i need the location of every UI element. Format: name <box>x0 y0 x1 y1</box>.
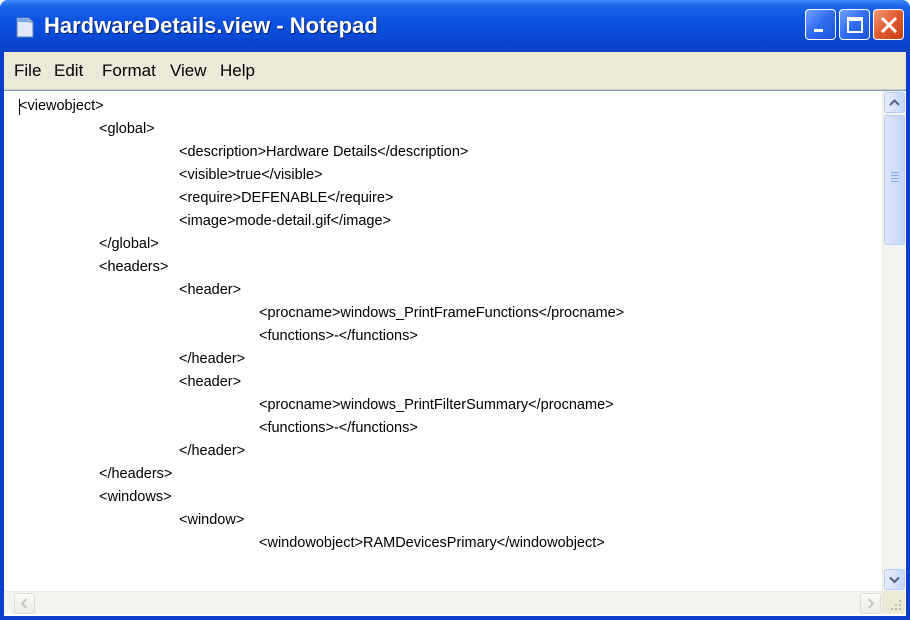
text-line: <windows> <box>99 489 172 505</box>
title-bar[interactable]: HardwareDetails.view - Notepad <box>0 0 910 52</box>
text-line: <description>Hardware Details</descripti… <box>179 144 469 160</box>
menu-help[interactable]: Help <box>220 60 255 82</box>
text-line: <functions>-</functions> <box>259 328 418 344</box>
text-line: <headers> <box>99 259 169 275</box>
notepad-icon <box>16 17 34 38</box>
text-line: <procname>windows_PrintFrameFunctions</p… <box>259 305 625 321</box>
resize-grip[interactable] <box>882 591 905 614</box>
scroll-up-button[interactable] <box>884 92 905 113</box>
vertical-scrollbar[interactable] <box>882 91 905 591</box>
text-line: <viewobject> <box>19 98 104 114</box>
thumb-grip <box>891 175 899 176</box>
text-line: <require>DEFENABLE</require> <box>179 190 394 206</box>
text-line: <header> <box>179 282 242 298</box>
notepad-window: HardwareDetails.view - Notepad File Edit… <box>0 0 910 620</box>
close-icon <box>880 16 898 34</box>
text-line: <header> <box>179 374 242 390</box>
menu-view[interactable]: View <box>170 60 207 82</box>
text-line: <functions>-</functions> <box>259 420 418 436</box>
maximize-button[interactable] <box>839 9 870 40</box>
horizontal-scrollbar[interactable] <box>4 591 882 614</box>
text-line: </global> <box>99 236 159 252</box>
text-editor[interactable]: <viewobject> <global> <description>Hardw… <box>4 90 906 616</box>
scroll-left-button[interactable] <box>14 593 35 614</box>
chevron-down-icon <box>889 576 900 584</box>
text-line: </headers> <box>99 466 173 482</box>
menu-file[interactable]: File <box>14 60 41 82</box>
thumb-grip <box>891 181 899 182</box>
menu-format[interactable]: Format <box>102 60 156 82</box>
window-title: HardwareDetails.view - Notepad <box>44 13 378 38</box>
menu-bar: File Edit Format View Help <box>4 52 906 90</box>
text-line: </header> <box>179 443 246 459</box>
scroll-right-button[interactable] <box>860 593 881 614</box>
minimize-button[interactable] <box>805 9 836 40</box>
thumb-grip <box>891 172 899 173</box>
text-line: <procname>windows_PrintFilterSummary</pr… <box>259 397 614 413</box>
vertical-scroll-thumb[interactable] <box>884 115 905 245</box>
maximize-icon <box>847 17 863 33</box>
thumb-grip <box>891 178 899 179</box>
text-line: <global> <box>99 121 155 137</box>
scroll-down-button[interactable] <box>884 569 905 590</box>
menu-edit[interactable]: Edit <box>54 60 83 82</box>
text-line: </header> <box>179 351 246 367</box>
close-button[interactable] <box>873 9 904 40</box>
editor-text[interactable]: <viewobject> <global> <description>Hardw… <box>19 95 879 589</box>
text-line: <image>mode-detail.gif</image> <box>179 213 391 229</box>
chevron-left-icon <box>20 598 28 609</box>
minimize-icon <box>814 29 823 32</box>
text-line: <windowobject>RAMDevicesPrimary</windowo… <box>259 535 605 551</box>
text-line: <window> <box>179 512 245 528</box>
chevron-up-icon <box>889 99 900 106</box>
text-line: <visible>true</visible> <box>179 167 323 183</box>
chevron-right-icon <box>867 598 875 609</box>
resize-grip-icon <box>891 600 901 610</box>
